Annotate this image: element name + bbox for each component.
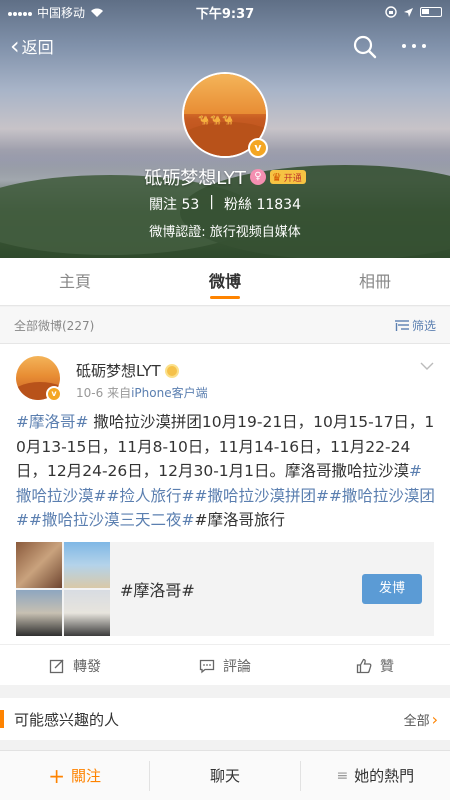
following-stat[interactable]: 關注 53 — [149, 194, 199, 214]
top-navigation: ‹ 返回 — [0, 30, 450, 64]
chevron-left-icon: ‹ — [10, 32, 20, 60]
post-author-row: 砥砺梦想LYT — [76, 360, 179, 381]
profile-tabs: 主頁 微博 相冊 — [0, 258, 450, 306]
post-text-hashtag[interactable]: #摩洛哥# — [16, 413, 88, 431]
tab-weibo[interactable]: 微博 — [150, 258, 300, 305]
post-source-prefix: 来自 — [107, 386, 132, 400]
filter-label: 筛选 — [411, 318, 436, 333]
follow-stats: 關注 53 | 粉絲 11834 — [0, 194, 450, 214]
back-button[interactable]: ‹ 返回 — [10, 34, 54, 58]
topic-thumbnail — [16, 590, 62, 636]
post-source[interactable]: iPhone客户端 — [131, 386, 208, 400]
signal-icon — [8, 5, 33, 19]
topic-title: #摩洛哥# — [120, 581, 195, 600]
repost-icon — [49, 659, 64, 673]
wifi-icon — [91, 8, 104, 17]
hot-posts-button[interactable]: ≡ 她的熱門 — [299, 760, 450, 791]
post-count: 全部微博(227) — [14, 318, 95, 333]
chevron-down-icon[interactable] — [419, 358, 435, 374]
like-label: 贊 — [380, 658, 394, 675]
post-author[interactable]: 砥砺梦想LYT — [76, 360, 161, 381]
back-label: 返回 — [21, 38, 54, 57]
vip-badge[interactable]: ♛ 开通 — [269, 170, 306, 184]
rotation-lock-icon — [385, 6, 397, 18]
chat-button[interactable]: 聊天 — [149, 760, 299, 791]
carrier-info: 中国移动 — [8, 4, 105, 21]
topic-thumbnail — [64, 542, 110, 588]
verified-badge-icon: v — [248, 138, 268, 158]
stats-separator: | — [209, 194, 214, 210]
recommend-title: 可能感兴趣的人 — [14, 710, 120, 729]
carrier-label: 中国移动 — [37, 5, 86, 20]
thumbs-up-icon — [356, 658, 372, 673]
followers-stat[interactable]: 粉絲 11834 — [224, 194, 301, 214]
like-button[interactable]: 贊 — [300, 645, 450, 686]
post-actions: 轉發 評論 贊 — [0, 644, 450, 686]
profile-name: 砥砺梦想LYT — [144, 168, 246, 189]
post-card: v 砥砺梦想LYT 10-6 来自iPhone客户端 #摩洛哥# 撒哈拉沙漠拼团… — [0, 343, 450, 685]
comment-button[interactable]: 評論 — [150, 645, 300, 686]
medal-icon — [164, 363, 179, 378]
female-gender-icon: ♀ — [249, 169, 266, 185]
follow-label: 關注 — [71, 767, 102, 785]
topic-attachment[interactable]: #摩洛哥# 发博 — [16, 542, 434, 636]
recommend-section: 可能感兴趣的人 全部 › — [0, 698, 450, 740]
post-to-topic-button[interactable]: 发博 — [362, 574, 422, 604]
topic-thumbnail — [16, 542, 62, 588]
camel-caravan-icon: 🐪🐪🐪 — [198, 116, 235, 126]
list-icon: ≡ — [336, 767, 349, 784]
filter-button[interactable]: 筛选 — [394, 317, 436, 334]
repost-label: 轉發 — [73, 658, 101, 675]
verification-text: 微博認證: 旅行视频自媒体 — [149, 225, 301, 240]
profile-name-row: 砥砺梦想LYT ♀ ♛ 开通 — [0, 164, 450, 190]
crown-icon: ♛ — [271, 170, 282, 184]
location-icon — [404, 7, 413, 17]
post-date: 10-6 — [76, 386, 104, 400]
bottom-action-bar: + 關注 聊天 ≡ 她的熱門 — [0, 750, 450, 800]
hot-posts-label: 她的熱門 — [354, 767, 415, 785]
status-bar: 中国移动 下午9:37 — [0, 0, 450, 24]
search-icon[interactable] — [352, 34, 378, 60]
plus-icon: + — [48, 763, 66, 788]
chevron-right-icon: › — [431, 709, 438, 729]
filter-icon — [394, 320, 409, 331]
post-text: #摩洛哥# 撒哈拉沙漠拼团10月19-21日，10月15-17日，10月13-1… — [16, 410, 436, 533]
tab-album[interactable]: 相冊 — [300, 258, 450, 305]
verified-badge-icon: v — [46, 386, 62, 402]
topic-thumbnail-grid — [16, 542, 110, 636]
repost-button[interactable]: 轉發 — [0, 645, 150, 686]
post-meta: 10-6 来自iPhone客户端 — [76, 384, 208, 401]
filter-bar: 全部微博(227) 筛选 — [0, 307, 450, 343]
topic-thumbnail — [64, 590, 110, 636]
chat-label: 聊天 — [209, 767, 240, 785]
tab-home[interactable]: 主頁 — [0, 258, 150, 305]
section-accent-bar — [0, 710, 4, 728]
recommend-all-label: 全部 — [403, 713, 430, 729]
follow-button[interactable]: + 關注 — [0, 761, 149, 791]
recommend-all-button[interactable]: 全部 › — [404, 710, 438, 729]
comment-label: 評論 — [223, 658, 251, 675]
post-text-segment: #摩洛哥旅行 — [194, 511, 285, 530]
more-options-button[interactable] — [402, 40, 432, 52]
comment-icon — [199, 659, 215, 673]
battery-icon — [420, 7, 442, 17]
vip-label: 开通 — [283, 173, 302, 184]
